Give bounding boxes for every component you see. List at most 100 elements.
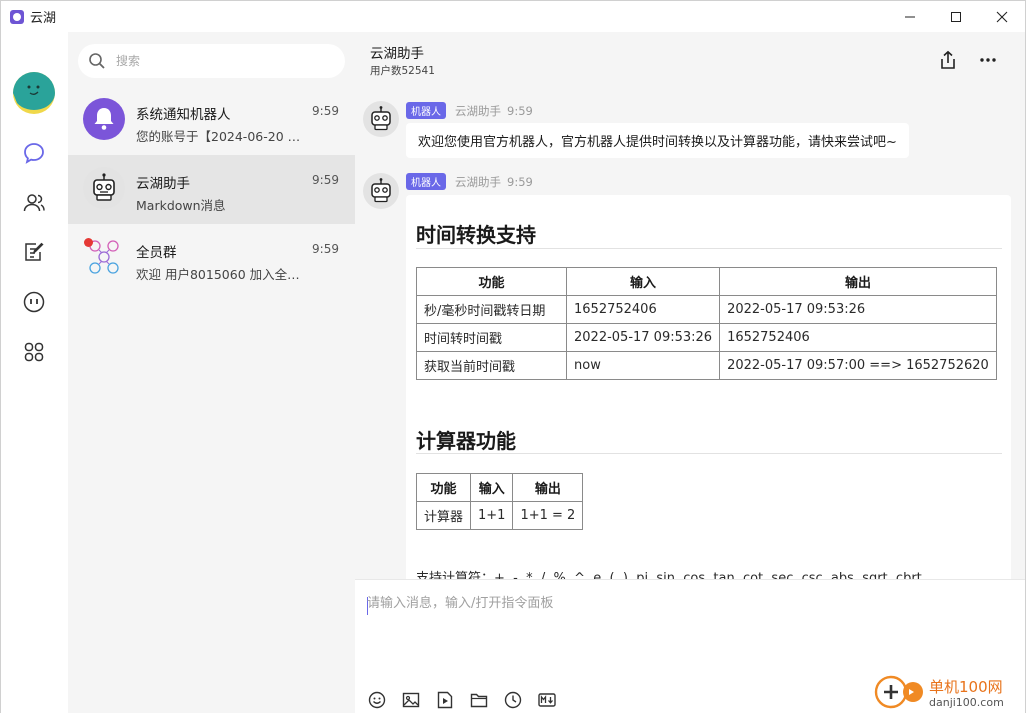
search-input[interactable]: [116, 54, 316, 68]
conversation-preview: 您的账号于【2024-06-20 …: [136, 129, 301, 144]
close-icon: [996, 11, 1008, 22]
robot-avatar-icon: [83, 167, 125, 209]
table-cell: 1+1: [470, 501, 514, 530]
table-cell: 时间转时间戳: [416, 323, 567, 352]
conversation-preview: 欢迎 用户8015060 加入全…: [136, 267, 300, 282]
table-cell: 2022-05-17 09:57:00 ==> 1652752620: [719, 351, 997, 380]
maximize-icon: [951, 11, 961, 22]
apps-nav-icon[interactable]: [21, 339, 47, 365]
bell-avatar-icon: [83, 98, 125, 140]
conversation-item-all-staff-group[interactable]: 全员群 9:59 欢迎 用户8015060 加入全…: [68, 224, 355, 293]
heading-divider: [416, 453, 1002, 454]
conversation-item-yunhu-assistant[interactable]: 云湖助手 9:59 Markdown消息: [68, 155, 355, 224]
notes-nav-icon[interactable]: [21, 239, 47, 265]
emoji-button[interactable]: [367, 690, 387, 710]
bot-badge: 机器人: [406, 173, 446, 190]
conversation-name: 全员群: [136, 245, 177, 261]
message-time: 9:59: [507, 103, 533, 118]
bot-badge: 机器人: [406, 102, 446, 119]
clock-icon: [504, 691, 522, 709]
table-cell: 1652752406: [565, 295, 721, 324]
emoji-icon: [368, 691, 386, 709]
search-box[interactable]: [78, 44, 345, 78]
message-bubble: 欢迎您使用官方机器人，官方机器人提供时间转换以及计算器功能，请快来尝试吧~: [406, 123, 909, 158]
conversation-time: 9:59: [312, 242, 339, 256]
app-window: 云湖 搜索 系统通知机器人 9:59 您的账号于【2024-06-20 … 云湖…: [0, 0, 1026, 713]
calculator-table: 功能 输入 输出 计算器 1+1 1+1 = 2: [415, 473, 584, 530]
table-row: 计算器 1+1 1+1 = 2: [415, 501, 584, 530]
table-header-cell: 输入: [470, 473, 514, 502]
conversation-time: 9:59: [312, 104, 339, 118]
table-cell: 1652752406: [719, 323, 997, 352]
markdown-button[interactable]: [537, 690, 557, 710]
more-icon: [980, 58, 996, 62]
contacts-nav-icon[interactable]: [21, 190, 47, 216]
table-header-row: 功能 输入 输出: [416, 267, 997, 296]
table-row: 秒/毫秒时间戳转日期 1652752406 2022-05-17 09:53:2…: [416, 295, 997, 324]
markdown-heading: 计算器功能: [416, 429, 516, 453]
nav-rail: [1, 32, 68, 713]
image-icon: [402, 692, 420, 708]
message-composer: 单机100网 danji100.com: [355, 579, 1025, 713]
video-button[interactable]: [435, 690, 455, 710]
minimize-button[interactable]: [887, 1, 933, 32]
conversation-list: 系统通知机器人 9:59 您的账号于【2024-06-20 … 云湖助手 9:5…: [68, 32, 355, 713]
watermark-url: danji100.com: [929, 696, 1004, 709]
table-header-cell: 输出: [512, 473, 584, 502]
table-header-cell: 功能: [416, 267, 567, 296]
history-button[interactable]: [503, 690, 523, 710]
table-cell: 计算器: [415, 501, 472, 530]
minimize-icon: [905, 16, 915, 17]
watermark-title: 单机100网: [929, 678, 1003, 696]
close-button[interactable]: [979, 1, 1025, 32]
conversation-item-system-bot[interactable]: 系统通知机器人 9:59 您的账号于【2024-06-20 …: [68, 86, 355, 155]
table-header-cell: 输入: [565, 267, 721, 296]
share-icon: [941, 50, 955, 69]
robot-avatar-icon[interactable]: [363, 173, 399, 209]
table-row: 获取当前时间戳 now 2022-05-17 09:57:00 ==> 1652…: [416, 351, 997, 380]
video-icon: [437, 691, 453, 709]
conversation-preview: Markdown消息: [136, 198, 226, 213]
markdown-message-card: 时间转换支持 功能 输入 输出 秒/毫秒时间戳转日期 1652752406 20…: [406, 195, 1011, 579]
message-meta: 机器人 云湖助手 9:59: [406, 173, 533, 190]
file-button[interactable]: [469, 690, 489, 710]
app-title: 云湖: [30, 11, 57, 26]
folder-icon: [470, 693, 488, 708]
message-input[interactable]: [367, 592, 1007, 652]
image-button[interactable]: [401, 690, 421, 710]
table-header-cell: 输出: [719, 267, 997, 296]
table-cell: 2022-05-17 09:53:26: [565, 323, 721, 352]
table-cell: 秒/毫秒时间戳转日期: [416, 295, 567, 324]
conversation-time: 9:59: [312, 173, 339, 187]
heading-divider: [416, 248, 1002, 249]
message-time: 9:59: [507, 174, 533, 189]
table-header-row: 功能 输入 输出: [415, 473, 584, 502]
conversation-name: 系统通知机器人: [136, 107, 231, 123]
app-logo-icon: [10, 9, 24, 24]
composer-toolbar: [367, 690, 557, 710]
table-cell: 2022-05-17 09:53:26: [719, 295, 997, 324]
table-header-cell: 功能: [415, 473, 472, 502]
share-button[interactable]: [937, 49, 959, 71]
markdown-icon: [538, 693, 556, 707]
maximize-button[interactable]: [933, 1, 979, 32]
chat-nav-icon[interactable]: [21, 140, 47, 166]
more-button[interactable]: [977, 49, 999, 71]
robot-avatar-icon[interactable]: [363, 101, 399, 137]
table-row: 时间转时间戳 2022-05-17 09:53:26 1652752406: [416, 323, 997, 352]
search-icon: [89, 53, 105, 69]
message-list: 机器人 云湖助手 9:59 欢迎您使用官方机器人，官方机器人提供时间转换以及计算…: [355, 87, 1025, 579]
chat-member-count: 用户数52541: [370, 65, 435, 77]
message-sender: 云湖助手: [455, 174, 501, 189]
window-controls: [887, 1, 1025, 32]
operators-text: 支持计算符：+, -, *, /, %, ^, e, (, ), pi, sin…: [416, 571, 922, 579]
chat-panel: 云湖助手 用户数52541 机器人 云湖助手 9:59 欢迎您使用官方机器人，官…: [355, 32, 1025, 713]
table-cell: now: [565, 351, 721, 380]
bot-nav-icon[interactable]: [21, 289, 47, 315]
chat-header: 云湖助手 用户数52541: [355, 32, 1025, 87]
markdown-heading: 时间转换支持: [416, 223, 536, 247]
table-cell: 获取当前时间戳: [416, 351, 567, 380]
table-cell: 1+1 = 2: [512, 501, 584, 530]
time-conversion-table: 功能 输入 输出 秒/毫秒时间戳转日期 1652752406 2022-05-1…: [416, 267, 997, 380]
my-avatar[interactable]: [13, 72, 55, 114]
